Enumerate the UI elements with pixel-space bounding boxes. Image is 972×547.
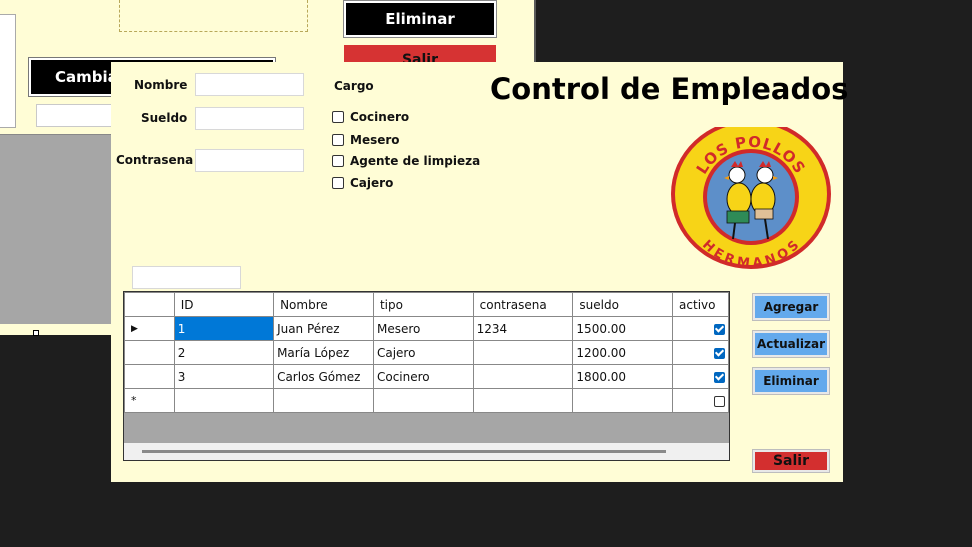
column-header-activo[interactable]: activo: [672, 292, 729, 317]
cell-contrasena[interactable]: [472, 364, 574, 389]
table-row[interactable]: 3 Carlos Gómez Cocinero 1800.00: [124, 364, 729, 389]
bg-panel: [0, 14, 16, 128]
cell-activo[interactable]: [672, 364, 729, 389]
agregar-button[interactable]: Agregar: [752, 293, 830, 321]
column-header-id[interactable]: ID: [173, 292, 275, 317]
cell-activo[interactable]: [672, 388, 729, 413]
nombre-input[interactable]: [195, 73, 304, 96]
scrollbar-thumb[interactable]: [142, 450, 666, 453]
cell-nombre[interactable]: Juan Pérez: [273, 316, 374, 341]
cell-sueldo[interactable]: [572, 388, 674, 413]
cell-id[interactable]: 1: [173, 316, 275, 341]
actualizar-button[interactable]: Actualizar: [752, 330, 830, 358]
employee-table: ID Nombre tipo contrasena sueldo activo …: [124, 292, 729, 413]
table-header-row: ID Nombre tipo contrasena sueldo activo: [124, 292, 729, 317]
cell-sueldo[interactable]: 1500.00: [572, 316, 674, 341]
checkbox-checked-icon[interactable]: [714, 371, 725, 383]
cell-contrasena[interactable]: [472, 340, 574, 365]
cargo-option-cocinero[interactable]: Cocinero: [332, 110, 409, 124]
cell-nombre[interactable]: María López: [273, 340, 374, 365]
cell-contrasena[interactable]: [472, 388, 574, 413]
checkbox-icon[interactable]: [332, 134, 344, 146]
cell-sueldo[interactable]: 1800.00: [572, 364, 674, 389]
cargo-option-mesero[interactable]: Mesero: [332, 133, 400, 147]
checkbox-checked-icon[interactable]: [714, 347, 725, 359]
row-header[interactable]: [124, 364, 175, 389]
cell-nombre[interactable]: [273, 388, 374, 413]
cargo-option-label: Mesero: [350, 133, 400, 147]
resize-handle[interactable]: [33, 330, 39, 336]
cell-activo[interactable]: [672, 340, 729, 365]
cell-activo[interactable]: [672, 316, 729, 341]
cell-id[interactable]: [173, 388, 275, 413]
cargo-option-agente-de-limpieza[interactable]: Agente de limpieza: [332, 154, 480, 168]
form-title: Control de Empleados: [490, 72, 849, 106]
column-header-nombre[interactable]: Nombre: [273, 292, 374, 317]
checkbox-icon[interactable]: [332, 177, 344, 189]
table-row[interactable]: 2 María López Cajero 1200.00: [124, 340, 729, 365]
cargo-label: Cargo: [334, 79, 374, 93]
control-empleados-form: Nombre Sueldo Contrasena Cargo Cocinero …: [111, 62, 848, 482]
cell-sueldo[interactable]: 1200.00: [572, 340, 674, 365]
employee-grid[interactable]: ID Nombre tipo contrasena sueldo activo …: [123, 291, 730, 461]
column-header-tipo[interactable]: tipo: [372, 292, 474, 317]
sueldo-input[interactable]: [195, 107, 304, 130]
checkbox-checked-icon[interactable]: [714, 323, 725, 335]
column-header-sueldo[interactable]: sueldo: [572, 292, 674, 317]
checkbox-icon[interactable]: [332, 111, 344, 123]
eliminar-button[interactable]: Eliminar: [752, 367, 830, 395]
horizontal-scrollbar[interactable]: [124, 443, 729, 460]
bg-grid-area: [0, 134, 112, 324]
cell-id[interactable]: 2: [173, 340, 275, 365]
cargo-option-label: Agente de limpieza: [350, 154, 481, 168]
cell-id[interactable]: 3: [173, 364, 275, 389]
nombre-label: Nombre: [134, 78, 188, 92]
cell-tipo[interactable]: Cocinero: [372, 364, 474, 389]
table-row[interactable]: ▶ 1 Juan Pérez Mesero 1234 1500.00: [124, 316, 729, 341]
search-input[interactable]: [132, 266, 241, 289]
sueldo-label: Sueldo: [141, 111, 188, 125]
new-row-marker-icon: *: [124, 388, 175, 413]
cargo-option-label: Cajero: [350, 176, 394, 190]
contrasena-label: Contrasena: [116, 153, 194, 167]
cargo-option-label: Cocinero: [350, 110, 410, 124]
new-row[interactable]: *: [124, 388, 729, 413]
los-pollos-hermanos-logo: LOS POLLOS HERMANOS: [671, 127, 831, 271]
salir-button[interactable]: Salir: [752, 449, 830, 473]
row-header-corner: [124, 292, 175, 317]
cell-tipo[interactable]: Mesero: [372, 316, 474, 341]
bg-input[interactable]: [36, 104, 116, 127]
bg-eliminar-button[interactable]: Eliminar: [343, 0, 497, 38]
checkbox-unchecked-icon[interactable]: [714, 395, 725, 407]
checkbox-icon[interactable]: [332, 155, 344, 167]
cell-nombre[interactable]: Carlos Gómez: [273, 364, 374, 389]
row-header[interactable]: [124, 340, 175, 365]
column-header-contrasena[interactable]: contrasena: [472, 292, 574, 317]
cargo-option-cajero[interactable]: Cajero: [332, 176, 393, 190]
cell-tipo[interactable]: [372, 388, 474, 413]
contrasena-input[interactable]: [195, 149, 304, 172]
designer-placeholder: [119, 0, 308, 32]
cell-contrasena[interactable]: 1234: [472, 316, 574, 341]
cell-tipo[interactable]: Cajero: [372, 340, 474, 365]
current-row-marker-icon: ▶: [124, 316, 175, 341]
